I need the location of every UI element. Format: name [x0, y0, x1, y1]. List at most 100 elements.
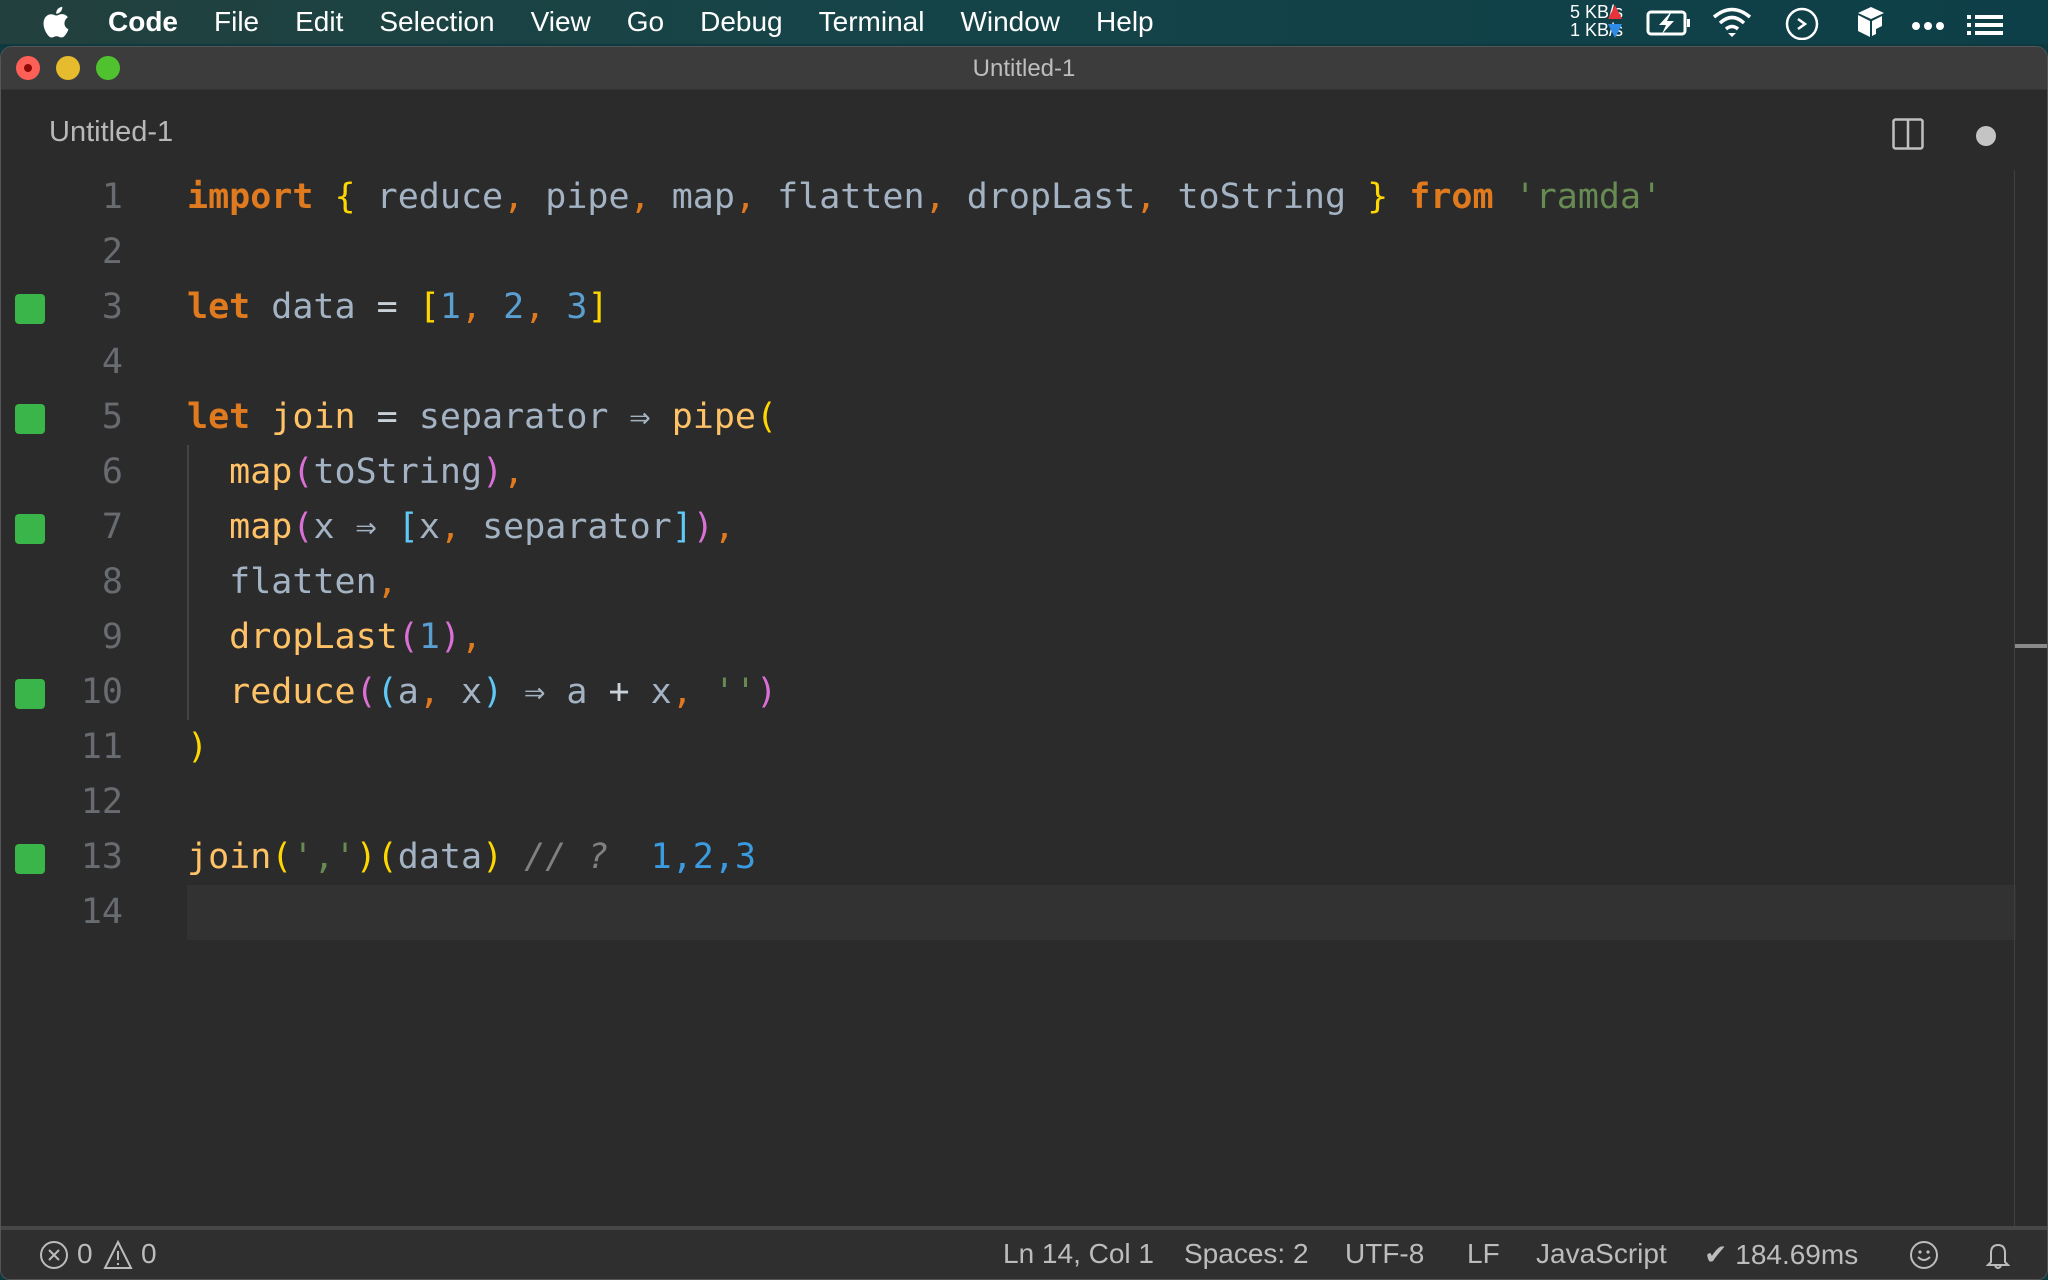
code-line-2[interactable]: 2 [1, 225, 2016, 280]
box-icon[interactable] [1856, 4, 1886, 40]
code-token: 'ramda' [1514, 177, 1663, 217]
code-token: ( [355, 672, 377, 712]
code-token: join [271, 397, 356, 437]
menu-terminal[interactable]: Terminal [819, 6, 925, 38]
code-token: , [418, 672, 440, 712]
warning-icon[interactable] [103, 1240, 133, 1270]
file-encoding[interactable]: UTF-8 [1345, 1238, 1424, 1270]
code-token: } [1367, 177, 1389, 217]
overview-ruler-cursor-mark [2015, 644, 2047, 648]
terminal-clock-icon[interactable] [1784, 4, 1820, 40]
code-token: [ [397, 507, 419, 547]
macos-menu-bar: Code File Edit Selection View Go Debug T… [0, 0, 2048, 44]
menu-view[interactable]: View [531, 6, 591, 38]
line-number: 12 [80, 782, 123, 822]
cursor-position[interactable]: Ln 14, Col 1 [1003, 1238, 1154, 1270]
code-token: ) [482, 452, 504, 492]
code-line-1[interactable]: 1 import { reduce, pipe, map, flatten, d… [1, 170, 2016, 225]
menu-go[interactable]: Go [627, 6, 664, 38]
inline-result: 1,2,3 [650, 837, 757, 877]
download-arrow-icon [1608, 24, 1622, 38]
code-token: ) [439, 617, 461, 657]
code-token: ) [482, 672, 504, 712]
line-number: 5 [101, 397, 123, 437]
menu-app-code[interactable]: Code [108, 6, 178, 38]
code-line-9[interactable]: 9 dropLast(1), [1, 610, 2016, 665]
code-token: , [503, 452, 525, 492]
current-line-highlight[interactable] [187, 885, 2016, 940]
code-editor[interactable]: 1 import { reduce, pipe, map, flatten, d… [1, 170, 2047, 1227]
code-line-10[interactable]: 10 reduce((a, x) ⇒ a + x, '') [1, 665, 2016, 720]
code-token: ',' [292, 837, 356, 877]
code-token: ⇒ [524, 672, 546, 712]
notifications-bell-icon[interactable] [1983, 1240, 2013, 1270]
tab-untitled-1[interactable]: Untitled-1 [49, 116, 173, 149]
wifi-icon[interactable] [1711, 4, 1753, 40]
code-token: [ [418, 287, 440, 327]
menu-window[interactable]: Window [960, 6, 1060, 38]
apple-logo-icon[interactable] [40, 4, 70, 40]
code-token: ⇒ [629, 397, 651, 437]
code-token: , [734, 177, 756, 217]
code-line-5[interactable]: 5 let join = separator ⇒ pipe( [1, 390, 2016, 445]
split-editor-icon[interactable] [1892, 118, 1924, 150]
menu-edit[interactable]: Edit [295, 6, 343, 38]
code-token: , [376, 562, 398, 602]
code-token: flatten [756, 177, 925, 217]
code-token: ] [587, 287, 609, 327]
quokka-timing[interactable]: ✔ 184.69ms [1704, 1238, 1858, 1271]
code-token: , [503, 177, 525, 217]
line-number: 4 [101, 342, 123, 382]
error-icon[interactable] [39, 1240, 69, 1270]
code-token: = [376, 397, 398, 437]
unsaved-changes-dot-icon[interactable] [1976, 126, 1996, 146]
code-line-6[interactable]: 6 map(toString), [1, 445, 2016, 500]
code-line-13[interactable]: 13 join(',')(data) // ? 1,2,3 [1, 830, 2016, 885]
code-token: pipe [671, 397, 756, 437]
end-of-line-sequence[interactable]: LF [1467, 1238, 1500, 1270]
menu-selection[interactable]: Selection [379, 6, 494, 38]
more-dots-icon[interactable] [1910, 4, 1946, 40]
code-line-8[interactable]: 8 flatten, [1, 555, 2016, 610]
code-token: , [713, 507, 735, 547]
menu-help[interactable]: Help [1096, 6, 1154, 38]
language-mode[interactable]: JavaScript [1536, 1238, 1667, 1270]
code-text: let data = [1, 2, 3] [187, 280, 609, 335]
code-line-7[interactable]: 7 map(x ⇒ [x, separator]), [1, 500, 2016, 555]
feedback-smiley-icon[interactable] [1909, 1240, 1939, 1270]
line-number: 13 [80, 837, 123, 877]
battery-charging-icon[interactable] [1646, 4, 1692, 40]
menu-file[interactable]: File [214, 6, 259, 38]
line-number: 7 [101, 507, 123, 547]
list-icon[interactable] [1966, 4, 2004, 40]
indentation-setting[interactable]: Spaces: 2 [1184, 1238, 1309, 1270]
line-number: 8 [101, 562, 123, 602]
code-line-3[interactable]: 3 let data = [1, 2, 3] [1, 280, 2016, 335]
code-token: flatten [229, 562, 377, 602]
code-token: , [629, 177, 651, 217]
code-token: ( [271, 837, 293, 877]
error-count[interactable]: 0 [77, 1238, 93, 1270]
code-token: let [187, 397, 251, 437]
code-line-14[interactable]: 14 [1, 885, 187, 940]
menu-debug[interactable]: Debug [700, 6, 783, 38]
code-line-11[interactable]: 11 ) [1, 720, 2016, 775]
code-token: , [671, 672, 693, 712]
vscode-window: Untitled-1 Untitled-1 1 import { reduce,… [0, 46, 2048, 1280]
code-token: 2 [503, 287, 525, 327]
code-token: , [460, 287, 483, 327]
code-token: ) [482, 837, 504, 877]
title-bar[interactable]: Untitled-1 [1, 47, 2047, 90]
code-line-12[interactable]: 12 [1, 775, 2016, 830]
code-token: a [397, 672, 419, 712]
code-token: map [229, 452, 293, 492]
code-line-4[interactable]: 4 [1, 335, 2016, 390]
warning-count[interactable]: 0 [141, 1238, 157, 1270]
vertical-scrollbar[interactable] [2014, 170, 2047, 1227]
